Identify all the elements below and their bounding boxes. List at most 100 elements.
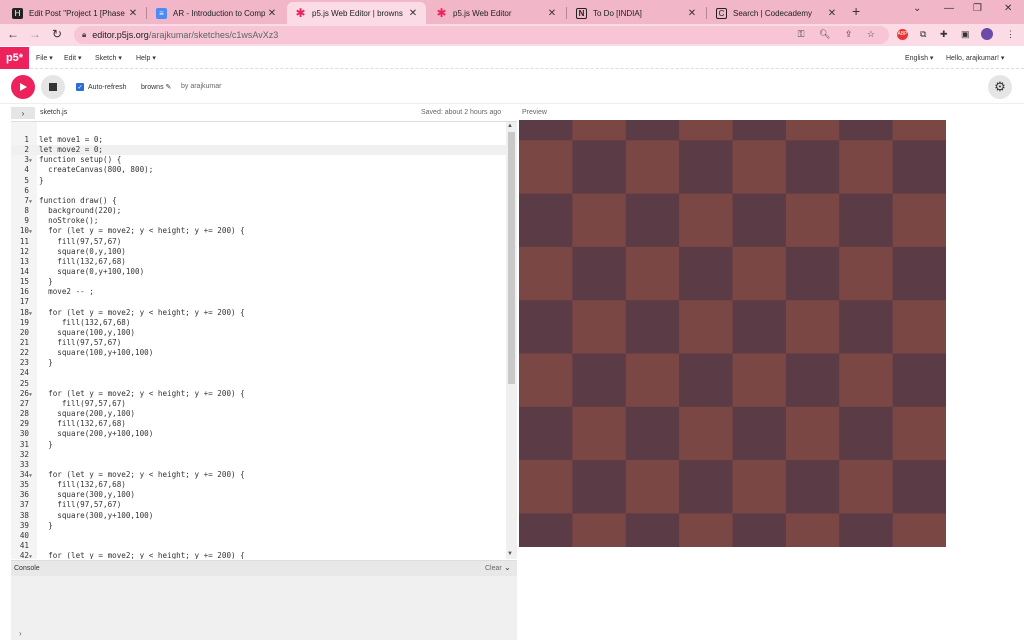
browser-tab[interactable]: C Search | Codecademy ✕: [708, 2, 845, 24]
minimize-icon[interactable]: —: [944, 3, 954, 14]
code-editor[interactable]: 1 let move1 = 0; 2 let move2 = 0; 3▼ function…: [11, 121, 517, 559]
close-icon[interactable]: ✕: [265, 8, 279, 19]
code-line[interactable]: 8 background(220);: [11, 206, 506, 216]
close-icon[interactable]: ✕: [685, 8, 699, 19]
play-button[interactable]: [11, 75, 35, 99]
canvas-square: [892, 193, 946, 248]
code-line[interactable]: 25: [11, 379, 506, 389]
code-line[interactable]: 13 fill(132,67,68): [11, 257, 506, 267]
code-line[interactable]: 34▼ for (let y = move2; y < height; y +=…: [11, 470, 506, 480]
menu-sketch[interactable]: Sketch ▾: [95, 54, 122, 62]
back-arrow-icon[interactable]: ←: [5, 27, 21, 41]
code-line[interactable]: 9 noStroke();: [11, 216, 506, 226]
fold-arrow-icon[interactable]: ▼: [29, 552, 39, 559]
sketch-name[interactable]: browns ✎: [141, 83, 171, 91]
code-line[interactable]: 6: [11, 186, 506, 196]
line-number: 19: [19, 317, 29, 327]
new-tab-button[interactable]: +: [852, 3, 860, 19]
code-line[interactable]: 1 let move1 = 0;: [11, 135, 506, 145]
settings-button[interactable]: ⚙: [988, 75, 1012, 99]
code-line[interactable]: 18▼ for (let y = move2; y < height; y +=…: [11, 308, 506, 318]
restore-icon[interactable]: ❐: [973, 3, 982, 14]
close-icon[interactable]: ✕: [545, 8, 559, 19]
code-line[interactable]: 20 square(100,y,100): [11, 328, 506, 338]
profile-avatar[interactable]: [981, 28, 993, 40]
canvas-square: [839, 353, 894, 408]
code-line[interactable]: 28 square(200,y,100): [11, 409, 506, 419]
code-line[interactable]: 5}: [11, 176, 506, 186]
adblock-icon[interactable]: ABP: [897, 29, 908, 40]
sidebar-toggle-button[interactable]: ›: [11, 107, 35, 119]
browser-tab[interactable]: H Edit Post "Project 1 [Phase ✕: [4, 2, 146, 24]
code-line[interactable]: 16 move2 -- ;: [11, 287, 506, 297]
code-line[interactable]: 24: [11, 368, 506, 378]
code-line[interactable]: 41: [11, 541, 506, 551]
code-line[interactable]: 4 createCanvas(800, 800);: [11, 165, 506, 175]
code-line[interactable]: 2 let move2 = 0;: [11, 145, 506, 156]
address-bar[interactable]: 🔒︎ editor.p5js.org/arajkumar/sketches/c1…: [74, 26, 889, 44]
stop-button[interactable]: [41, 75, 65, 99]
close-icon[interactable]: ✕: [825, 8, 839, 19]
code-line[interactable]: 39 }: [11, 521, 506, 531]
code-line[interactable]: 15 }: [11, 277, 506, 287]
code-line[interactable]: 7▼ function draw() {: [11, 196, 506, 206]
code-line[interactable]: 37 fill(97,57,67): [11, 500, 506, 510]
more-menu-icon[interactable]: ⋮: [1006, 29, 1015, 40]
menu-file[interactable]: File ▾: [36, 54, 53, 62]
auto-refresh-toggle[interactable]: ✓ Auto-refresh: [76, 83, 127, 91]
scroll-down-icon[interactable]: ▼: [507, 551, 513, 557]
code-line[interactable]: 10▼ for (let y = move2; y < height; y +=…: [11, 226, 506, 236]
sketch-canvas[interactable]: [519, 120, 946, 547]
reload-icon[interactable]: ↻: [49, 27, 65, 41]
menu-help[interactable]: Help ▾: [136, 54, 156, 62]
checkbox-checked-icon[interactable]: ✓: [76, 83, 84, 91]
code-line[interactable]: 12 square(0,y,100): [11, 247, 506, 257]
code-line[interactable]: 33: [11, 460, 506, 470]
code-line[interactable]: 35 fill(132,67,68): [11, 480, 506, 490]
menu-edit[interactable]: Edit ▾: [64, 54, 82, 62]
code-line[interactable]: 21 fill(97,57,67): [11, 338, 506, 348]
code-line[interactable]: 27 fill(97,57,67): [11, 399, 506, 409]
code-line[interactable]: 19 fill(132,67,68): [11, 318, 506, 328]
code-line[interactable]: 14 square(0,y+100,100): [11, 267, 506, 277]
browser-tab-active[interactable]: ✱ p5.js Web Editor | browns ✕: [287, 2, 426, 24]
code-line[interactable]: 42▼ for (let y = move2; y < height; y +=…: [11, 551, 506, 559]
code-line[interactable]: 11 fill(97,57,67): [11, 237, 506, 247]
browser-tab[interactable]: N To Do [INDIA] ✕: [568, 2, 705, 24]
browser-tab[interactable]: ≡ AR - Introduction to Comp ✕: [148, 2, 285, 24]
code-line[interactable]: 38 square(300,y+100,100): [11, 511, 506, 521]
forward-arrow-icon[interactable]: →: [27, 27, 43, 41]
sidepanel-icon[interactable]: ▣: [961, 29, 970, 40]
code-line[interactable]: 3▼ function setup() {: [11, 155, 506, 165]
omnibox-icons[interactable]: ⚿ 🔍︎ ⇪ ☆: [798, 29, 881, 40]
extension-icon[interactable]: ⧉: [920, 29, 926, 40]
code-line[interactable]: 30 square(200,y+100,100): [11, 429, 506, 439]
line-number: 28: [19, 409, 29, 419]
p5-logo[interactable]: p5*: [0, 47, 29, 69]
puzzle-icon[interactable]: ✚: [940, 29, 948, 40]
code-line[interactable]: 32: [11, 450, 506, 460]
window-close-icon[interactable]: ✕: [1004, 3, 1012, 14]
code-line[interactable]: 22 square(100,y+100,100): [11, 348, 506, 358]
user-menu[interactable]: Hello, arajkumar! ▾: [946, 54, 1004, 62]
editor-scrollbar[interactable]: ▲ ▼: [506, 122, 517, 559]
console-prompt[interactable]: ›: [19, 629, 22, 638]
code-line[interactable]: 36 square(300,y,100): [11, 490, 506, 500]
browser-tab[interactable]: ✱ p5.js Web Editor ✕: [428, 2, 565, 24]
chevron-down-icon[interactable]: ⌄: [504, 563, 511, 572]
code-line[interactable]: 29 fill(132,67,68): [11, 419, 506, 429]
console-clear-button[interactable]: Clear: [485, 565, 502, 572]
code-line[interactable]: 40: [11, 531, 506, 541]
close-icon[interactable]: ✕: [406, 8, 420, 19]
sketch-author[interactable]: by arajkumar: [181, 83, 221, 90]
language-menu[interactable]: English ▾: [905, 54, 933, 62]
canvas-square: [519, 353, 573, 408]
code-line[interactable]: 17: [11, 297, 506, 307]
scroll-up-icon[interactable]: ▲: [507, 123, 513, 129]
close-icon[interactable]: ✕: [126, 8, 140, 19]
code-line[interactable]: 23 }: [11, 358, 506, 368]
code-line[interactable]: 31 }: [11, 440, 506, 450]
tab-search-icon[interactable]: ⌄: [913, 3, 921, 14]
scroll-thumb[interactable]: [508, 132, 515, 384]
code-line[interactable]: 26▼ for (let y = move2; y < height; y +=…: [11, 389, 506, 399]
